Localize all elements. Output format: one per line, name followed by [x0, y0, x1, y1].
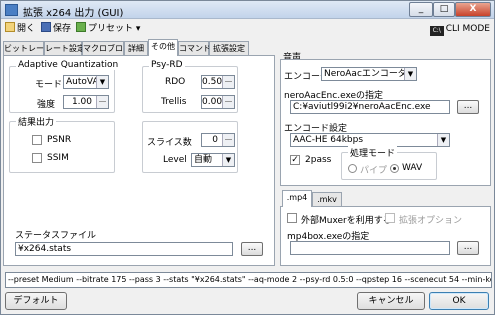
chevron-down-icon: ▼: [437, 134, 449, 146]
default-button[interactable]: デフォルト: [5, 292, 67, 310]
slices-level-group: スライス数 0 Level 自動 ▼: [142, 121, 238, 173]
pipe-radio[interactable]: [348, 164, 357, 173]
tab-command[interactable]: コマンド: [178, 41, 211, 55]
tab-macroblock[interactable]: マクロブロック: [82, 41, 139, 55]
stats-file-label: ステータスファイル: [15, 231, 97, 241]
audio-panel: エンコーダ NeroAacエンコーダ ▼ neroAacEnc.exeの指定 C:…: [280, 59, 491, 186]
wav-label: WAV: [402, 163, 423, 173]
ext-option-checkbox[interactable]: [385, 213, 395, 223]
ext-option-label: 拡張オプション: [399, 216, 463, 226]
psnr-checkbox[interactable]: [32, 135, 42, 145]
tab-mp4[interactable]: .mp4: [282, 190, 312, 207]
chevron-down-icon: ▼: [404, 68, 416, 80]
window-title: 拡張 x264 出力 (GUI): [23, 8, 124, 19]
pipe-label: パイプ: [360, 166, 388, 176]
chevron-down-icon: ▼: [96, 76, 108, 88]
tab-bitrate[interactable]: ビットレート: [3, 41, 52, 55]
audio-exe-input[interactable]: C:¥aviutl99i2¥neroAacEnc.exe: [290, 100, 450, 114]
title-bar: 拡張 x264 出力 (GUI) _ □ X: [1, 1, 494, 19]
chevron-down-icon: ▾: [135, 24, 141, 34]
mp4box-exe-input[interactable]: [290, 241, 450, 255]
audio-encoder-value: NeroAacエンコーダ: [324, 69, 407, 79]
rdo-value: 0.50: [202, 77, 223, 87]
spin-arrows-icon: [96, 96, 108, 108]
tab-extended[interactable]: 拡張設定: [209, 41, 249, 55]
tab-mkv[interactable]: .mkv: [312, 192, 342, 206]
toolbar: 開く 保存 プリセット ▾ C:\ CLI MODE: [1, 20, 494, 38]
preset-icon: [76, 22, 86, 32]
cli-mode-button[interactable]: C:\ CLI MODE: [429, 22, 490, 36]
result-output-title: 結果出力: [16, 115, 57, 128]
twopass-label: 2pass: [305, 155, 332, 165]
twopass-checkbox[interactable]: ✓: [290, 155, 300, 165]
app-window: 拡張 x264 出力 (GUI) _ □ X 開く 保存 プリセット ▾ C:\…: [0, 0, 495, 315]
rdo-spinner[interactable]: 0.50: [201, 75, 235, 89]
aq-mode-select[interactable]: AutoVAQ ▼: [63, 75, 109, 89]
aq-strength-label: 強度: [37, 100, 56, 110]
level-value: 自動: [194, 155, 213, 165]
preset-label: プリセット: [88, 24, 134, 34]
slices-spinner[interactable]: 0: [201, 133, 235, 147]
audio-exe-browse-button[interactable]: ...: [457, 100, 479, 114]
psyrd-group: Psy-RD RDO 0.50 Trellis 0.00: [142, 60, 238, 113]
ssim-label: SSIM: [47, 153, 69, 163]
process-mode-title: 処理モード: [348, 146, 398, 159]
chevron-down-icon: ▼: [222, 154, 234, 166]
trellis-spinner[interactable]: 0.00: [201, 95, 235, 109]
mp4box-browse-button[interactable]: ...: [457, 241, 479, 255]
use-muxer-label: 外部Muxerを利用する: [301, 216, 392, 226]
open-button[interactable]: 開く: [5, 22, 35, 36]
stats-file-input[interactable]: ¥x264.stats: [15, 242, 233, 256]
tab-rate-settings[interactable]: レート設定: [44, 41, 85, 55]
spin-arrows-icon: [222, 134, 234, 146]
spin-arrows-icon: [222, 76, 234, 88]
aq-strength-spinner[interactable]: 1.00: [63, 95, 109, 109]
stats-browse-button[interactable]: ...: [241, 242, 263, 256]
save-button[interactable]: 保存: [41, 22, 71, 36]
command-line-preview[interactable]: --preset Medium --bitrate 175 --pass 3 -…: [5, 272, 492, 288]
level-select[interactable]: 自動 ▼: [191, 153, 235, 167]
audio-setting-value: AAC-HE 64kbps: [293, 135, 364, 145]
audio-encoder-select[interactable]: NeroAacエンコーダ ▼: [321, 67, 417, 81]
cli-mode-label: CLI MODE: [445, 24, 490, 34]
aq-strength-value: 1.00: [71, 97, 92, 107]
muxer-panel: 外部Muxerを利用する 拡張オプション mp4box.exeの指定 ...: [280, 206, 491, 266]
terminal-icon: C:\: [429, 26, 444, 36]
slices-value: 0: [212, 135, 218, 145]
tab-details[interactable]: 詳細: [124, 41, 148, 55]
slices-label: スライス数: [147, 138, 192, 148]
spin-arrows-icon: [222, 96, 234, 108]
audio-setting-select[interactable]: AAC-HE 64kbps ▼: [290, 133, 450, 147]
wav-radio[interactable]: [390, 164, 399, 173]
use-muxer-checkbox[interactable]: [287, 213, 297, 223]
result-output-group: 結果出力 PSNR SSIM: [9, 115, 115, 173]
save-label: 保存: [53, 24, 72, 34]
floppy-icon: [41, 22, 51, 32]
preset-button[interactable]: プリセット ▾: [76, 22, 140, 36]
close-button[interactable]: X: [455, 2, 491, 17]
open-label: 開く: [17, 24, 36, 34]
psyrd-title: Psy-RD: [149, 60, 185, 70]
aq-title: Adaptive Quantization: [16, 60, 121, 70]
folder-icon: [5, 22, 15, 32]
process-mode-group: 処理モード パイプ WAV: [341, 146, 437, 180]
psnr-label: PSNR: [47, 135, 72, 145]
ok-button[interactable]: OK: [429, 292, 489, 310]
maximize-button[interactable]: □: [433, 2, 455, 17]
rdo-label: RDO: [165, 77, 186, 87]
aq-mode-label: モード: [35, 80, 63, 90]
trellis-value: 0.00: [202, 97, 223, 107]
ssim-checkbox[interactable]: [32, 153, 42, 163]
app-icon: [5, 4, 18, 16]
aq-group: Adaptive Quantization モード AutoVAQ ▼ 強度 1.…: [9, 60, 121, 113]
cancel-button[interactable]: キャンセル: [357, 292, 425, 310]
trellis-label: Trellis: [161, 97, 187, 107]
level-label: Level: [163, 155, 187, 165]
tab-other[interactable]: その他: [148, 39, 178, 56]
minimize-button[interactable]: _: [409, 2, 433, 17]
other-settings-panel: Adaptive Quantization モード AutoVAQ ▼ 強度 1.…: [3, 55, 275, 266]
